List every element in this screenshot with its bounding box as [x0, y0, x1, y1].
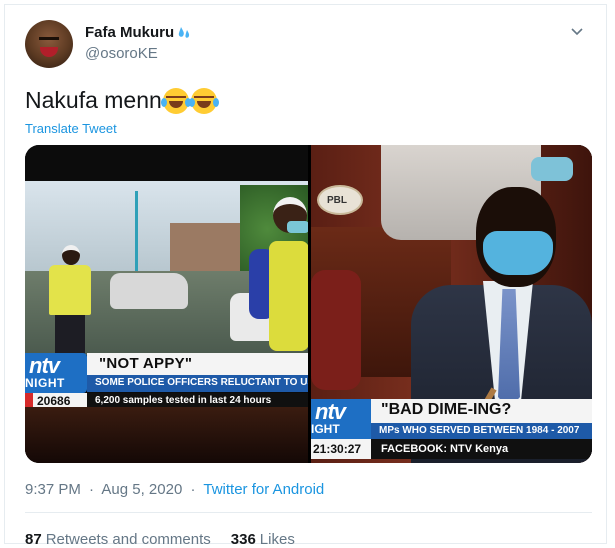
news-lower-third: ntv IGHT "BAD DIME-ING? MPs WHO SERVED B… — [311, 399, 592, 463]
scene-car — [110, 273, 188, 309]
headline-bar: "BAD DIME-ING? — [371, 399, 592, 423]
scene-chair — [311, 270, 361, 390]
subheadline-bar: MPs WHO SERVED BETWEEN 1984 - 2007 — [371, 423, 592, 439]
subheadline-bar: SOME POLICE OFFICERS RELUCTANT TO USE DI — [87, 375, 308, 392]
broadcast-time-box: 21:30:27 — [311, 439, 371, 459]
translate-tweet-link[interactable]: Translate Tweet — [25, 121, 117, 136]
tweet-media[interactable]: ntv NIGHT "NOT APPY" SOME POLICE OFFICER… — [25, 145, 592, 463]
scene-pole — [135, 191, 138, 271]
meta-separator: · — [190, 481, 196, 498]
news-headline: "NOT APPY" — [99, 355, 193, 372]
facebook-bar: FACEBOOK: NTV Kenya — [371, 439, 592, 459]
scene-officer — [247, 197, 308, 355]
scene-officer — [45, 245, 95, 360]
tweet-text: Nakufa menn — [25, 87, 219, 114]
tweet-body: Nakufa menn — [25, 87, 162, 113]
retweets-label: Retweets and comments — [45, 531, 211, 548]
news-subheadline: MPs WHO SERVED BETWEEN 1984 - 2007 — [379, 425, 580, 436]
news-lower-third: ntv NIGHT "NOT APPY" SOME POLICE OFFICER… — [25, 353, 308, 409]
case-count: 20686 — [37, 394, 71, 408]
news-headline: "BAD DIME-ING? — [381, 401, 512, 418]
scene-sign: PBL — [317, 185, 363, 215]
news-ticker: 6,200 samples tested in last 24 hours — [95, 395, 272, 406]
retweets-stat[interactable]: 87 Retweets and comments — [25, 531, 211, 548]
likes-label: Likes — [259, 531, 295, 548]
avatar-eyes — [39, 37, 59, 41]
news-subheadline: SOME POLICE OFFICERS RELUCTANT TO USE DI — [95, 377, 308, 388]
author-handle[interactable]: @osoroKE — [85, 45, 158, 62]
ntv-logo: ntv NIGHT — [25, 353, 87, 393]
divider — [25, 512, 592, 513]
facebook-handle: FACEBOOK: NTV Kenya — [381, 443, 509, 455]
tv-bezel — [25, 407, 308, 463]
tweet-stats: 87 Retweets and comments 336 Likes — [25, 531, 295, 548]
likes-stat[interactable]: 336 Likes — [231, 531, 295, 548]
tears-of-joy-emoji-icon — [160, 87, 191, 114]
likes-count: 336 — [230, 531, 256, 548]
tweet-card: Fafa Mukuru @osoroKE Nakufa menn Transla… — [4, 4, 607, 548]
media-image-right[interactable]: PBL ntv IGHT "BAD DIME-ING? MPs WHO SERV… — [311, 145, 592, 463]
avatar-mouth — [40, 47, 58, 57]
broadcast-time: 21:30:27 — [313, 442, 362, 456]
retweets-count: 87 — [25, 531, 42, 548]
sweat-droplets-icon — [178, 26, 190, 38]
author-name-row[interactable]: Fafa Mukuru — [85, 24, 192, 41]
media-image-left[interactable]: ntv NIGHT "NOT APPY" SOME POLICE OFFICER… — [25, 145, 308, 463]
scene-building — [170, 223, 240, 273]
author-avatar[interactable] — [25, 20, 73, 68]
tears-of-joy-emoji-icon — [188, 87, 219, 114]
tweet-date[interactable]: Aug 5, 2020 — [101, 481, 182, 498]
meta-separator: · — [89, 481, 95, 498]
tweet-source-link[interactable]: Twitter for Android — [203, 481, 324, 498]
chevron-down-icon[interactable] — [570, 25, 584, 39]
headline-bar: "NOT APPY" — [87, 353, 308, 375]
tweet-meta: 9:37 PM · Aug 5, 2020 · Twitter for Andr… — [25, 481, 324, 498]
author-display-name[interactable]: Fafa Mukuru — [85, 24, 174, 41]
tweet-time[interactable]: 9:37 PM — [25, 481, 81, 498]
ntv-logo: ntv IGHT — [311, 399, 371, 439]
